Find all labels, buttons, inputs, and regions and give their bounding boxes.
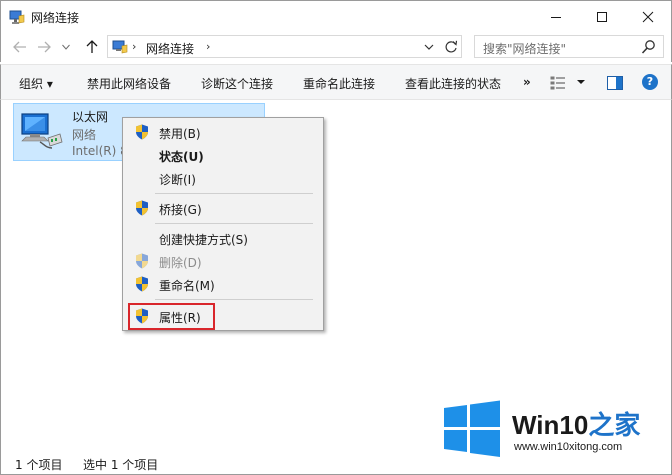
menu-item-label: 删除(D) <box>159 256 202 270</box>
address-row: › 网络连接 › 搜索"网络连接" <box>0 32 672 62</box>
menu-separator <box>155 223 313 224</box>
menu-item-label: 创建快捷方式(S) <box>159 233 248 247</box>
maximize-icon <box>597 11 607 22</box>
view-options-icon[interactable] <box>550 76 566 90</box>
search-input[interactable]: 搜索"网络连接" <box>474 35 664 58</box>
uac-shield-icon <box>136 276 148 292</box>
menu-item-label: 重命名(M) <box>159 279 215 293</box>
watermark-brand-zh: 之家 <box>588 410 641 440</box>
menu-item-label: 诊断(I) <box>159 173 196 187</box>
menu-separator <box>155 299 313 300</box>
chevron-down-icon[interactable] <box>576 75 586 89</box>
maximize-button[interactable] <box>579 1 625 32</box>
watermark-url: www.win10xitong.com <box>514 441 623 453</box>
menu-item-diagnose[interactable]: 诊断(I) <box>125 167 321 189</box>
organize-menu[interactable]: 组织 ▾ <box>19 75 53 92</box>
watermark-brand: Win10之家 <box>512 405 640 442</box>
disable-device-button[interactable]: 禁用此网络设备 <box>87 75 171 92</box>
windows-logo-icon <box>444 400 500 457</box>
search-icon[interactable] <box>641 39 657 55</box>
connection-name: 以太网 <box>72 110 109 124</box>
address-dropdown-icon[interactable] <box>424 40 434 54</box>
watermark-brand-en: Win10 <box>512 410 589 440</box>
uac-shield-icon <box>136 124 148 140</box>
uac-shield-icon <box>136 200 148 216</box>
menu-item-label: 禁用(B) <box>159 127 201 141</box>
up-button[interactable] <box>83 38 101 56</box>
menu-separator <box>155 193 313 194</box>
help-icon[interactable]: ? <box>642 74 658 90</box>
network-connections-icon <box>9 10 25 24</box>
item-count: 1 个项目 <box>15 458 63 472</box>
connection-status: 网络 <box>72 128 97 142</box>
breadcrumb-separator-icon[interactable]: › <box>206 40 210 53</box>
search-placeholder: 搜索"网络连接" <box>483 42 567 56</box>
menu-item-create-shortcut[interactable]: 创建快捷方式(S) <box>125 227 321 249</box>
connection-device: Intel(R) 8 <box>72 144 128 158</box>
context-menu: 禁用(B) 状态(U) 诊断(I) 桥接(G) 创建快捷方式(S) 删除(D) … <box>122 117 324 331</box>
menu-item-status[interactable]: 状态(U) <box>125 144 321 166</box>
breadcrumb-separator-icon[interactable]: › <box>132 40 136 53</box>
more-commands-button[interactable]: » <box>523 75 531 89</box>
window-title: 网络连接 <box>31 11 80 25</box>
recent-locations-button[interactable] <box>57 38 75 56</box>
menu-item-bridge[interactable]: 桥接(G) <box>125 197 321 219</box>
network-folder-icon <box>112 40 128 54</box>
back-button[interactable] <box>11 38 29 56</box>
breadcrumb[interactable]: 网络连接 <box>146 40 194 57</box>
close-icon <box>642 11 654 22</box>
watermark: Win10之家 www.win10xitong.com <box>440 397 668 461</box>
preview-pane-icon[interactable] <box>607 76 623 90</box>
diagnose-button[interactable]: 诊断这个连接 <box>201 75 273 92</box>
minimize-button[interactable] <box>533 1 579 32</box>
chevron-down-icon <box>62 44 70 50</box>
ethernet-adapter-icon <box>21 113 63 149</box>
annotation-highlight-box <box>128 303 215 330</box>
rename-button[interactable]: 重命名此连接 <box>303 75 375 92</box>
forward-arrow-icon <box>38 41 51 53</box>
menu-item-delete: 删除(D) <box>125 250 321 272</box>
menu-item-label: 状态(U) <box>159 150 204 164</box>
forward-button[interactable] <box>35 38 53 56</box>
menu-item-rename[interactable]: 重命名(M) <box>125 273 321 295</box>
selected-count: 选中 1 个项目 <box>83 458 159 472</box>
command-bar: 组织 ▾ 禁用此网络设备 诊断这个连接 重命名此连接 查看此连接的状态 » ? <box>0 64 672 100</box>
minimize-icon <box>551 16 561 18</box>
view-status-button[interactable]: 查看此连接的状态 <box>405 75 501 92</box>
menu-item-disable[interactable]: 禁用(B) <box>125 121 321 143</box>
title-bar: 网络连接 <box>0 0 672 32</box>
uac-shield-icon <box>136 253 148 269</box>
back-arrow-icon <box>13 41 26 53</box>
refresh-icon[interactable] <box>444 39 458 55</box>
up-arrow-icon <box>86 40 98 53</box>
menu-item-label: 桥接(G) <box>159 203 202 217</box>
address-bar[interactable]: › 网络连接 › <box>107 35 462 58</box>
close-button[interactable] <box>625 1 671 32</box>
